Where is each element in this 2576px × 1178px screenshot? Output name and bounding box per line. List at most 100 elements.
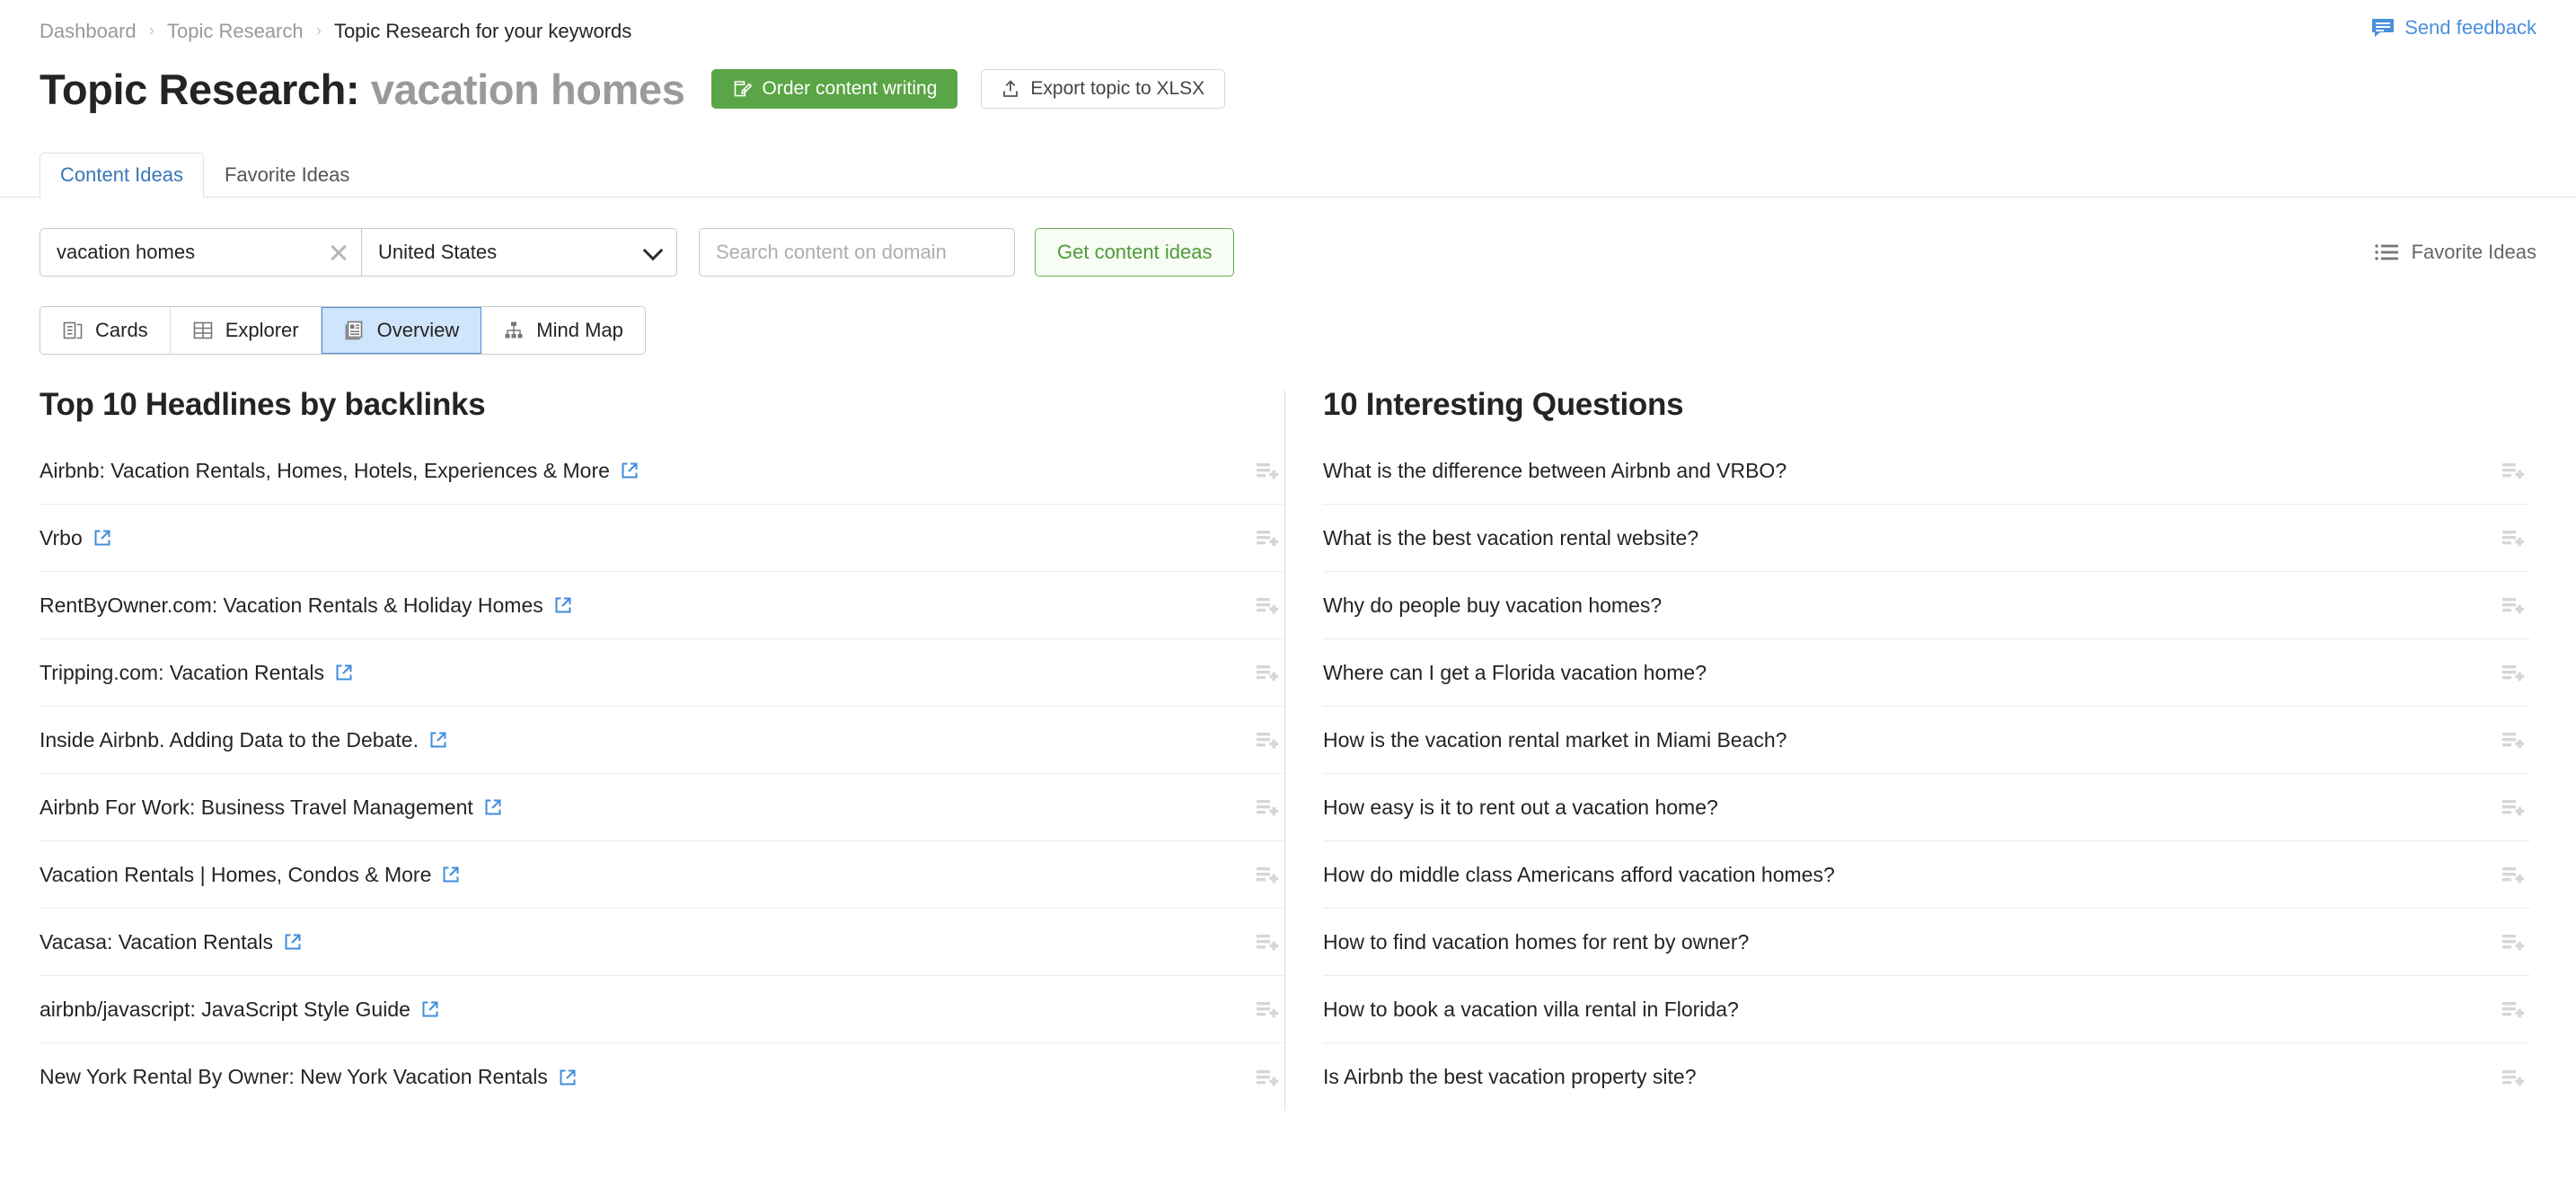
add-to-ideas-icon[interactable] [2501,932,2524,952]
headline-row[interactable]: airbnb/javascript: JavaScript Style Guid… [40,976,1284,1043]
headline-label: airbnb/javascript: JavaScript Style Guid… [40,998,410,1022]
external-link-icon[interactable] [421,1000,439,1018]
tab-favorite-ideas[interactable]: Favorite Ideas [204,153,370,198]
breadcrumb-item-topic-research[interactable]: Topic Research [167,20,304,43]
keyword-input[interactable] [40,229,361,276]
export-xlsx-button[interactable]: Export topic to XLSX [981,69,1225,109]
keyword-and-database-combo: United States [40,228,677,277]
external-link-icon[interactable] [442,866,460,884]
headline-row[interactable]: Airbnb: Vacation Rentals, Homes, Hotels,… [40,437,1284,505]
headline-label: Vacasa: Vacation Rentals [40,930,273,954]
headline-row[interactable]: Airbnb For Work: Business Travel Managem… [40,774,1284,841]
cards-icon [62,320,84,341]
order-content-writing-button[interactable]: Order content writing [711,69,958,109]
headline-label: RentByOwner.com: Vacation Rentals & Holi… [40,593,543,618]
breadcrumb-item-dashboard[interactable]: Dashboard [40,20,137,43]
tab-content-ideas[interactable]: Content Ideas [40,153,204,198]
question-row[interactable]: Is Airbnb the best vacation property sit… [1323,1043,2530,1111]
add-to-ideas-icon[interactable] [2501,595,2524,615]
favorite-ideas-label: Favorite Ideas [2412,241,2536,264]
add-to-ideas-icon[interactable] [2501,528,2524,548]
keyword-field-wrapper [40,228,361,277]
question-label: How do middle class Americans afford vac… [1323,863,1835,887]
view-mode-overview[interactable]: Overview [322,307,482,354]
external-link-icon[interactable] [429,731,447,749]
view-mode-explorer[interactable]: Explorer [171,307,322,354]
clear-keyword-icon[interactable] [329,242,348,262]
page-title-prefix: Topic Research: [40,66,359,113]
question-row[interactable]: How to find vacation homes for rent by o… [1323,909,2530,976]
breadcrumb-separator-icon: › [149,22,154,40]
headline-row[interactable]: Vrbo [40,505,1284,572]
question-label: How is the vacation rental market in Mia… [1323,728,1786,752]
question-label: What is the difference between Airbnb an… [1323,459,1786,483]
add-to-ideas-icon[interactable] [2501,797,2524,817]
add-to-ideas-icon[interactable] [1255,932,1278,952]
headline-row[interactable]: RentByOwner.com: Vacation Rentals & Holi… [40,572,1284,639]
breadcrumb-item-current: Topic Research for your keywords [334,20,631,43]
headline-row[interactable]: Inside Airbnb. Adding Data to the Debate… [40,707,1284,774]
headlines-column: Top 10 Headlines by backlinks Airbnb: Va… [40,382,1284,1111]
write-document-icon [732,79,752,99]
send-feedback-button[interactable]: Send feedback [2371,16,2536,40]
favorite-ideas-link[interactable]: Favorite Ideas [2375,241,2536,264]
headlines-title: Top 10 Headlines by backlinks [40,382,1284,423]
page-header: Topic Research: vacation homes Order con… [0,50,2576,120]
question-row[interactable]: How to book a vacation villa rental in F… [1323,976,2530,1043]
view-mode-explorer-label: Explorer [225,319,299,342]
external-link-icon[interactable] [93,529,111,547]
page-title-keyword: vacation homes [371,66,685,113]
external-link-icon[interactable] [284,933,302,951]
add-to-ideas-icon[interactable] [1255,663,1278,682]
headline-row[interactable]: Tripping.com: Vacation Rentals [40,639,1284,707]
headline-row[interactable]: Vacation Rentals | Homes, Condos & More [40,841,1284,909]
questions-title: 10 Interesting Questions [1323,382,2530,423]
headline-label: Airbnb: Vacation Rentals, Homes, Hotels,… [40,459,610,483]
search-controls: United States Get content ideas Favorite… [0,228,2576,277]
external-link-icon[interactable] [484,798,502,816]
headline-row[interactable]: Vacasa: Vacation Rentals [40,909,1284,976]
breadcrumb: Dashboard › Topic Research › Topic Resea… [40,20,2536,43]
question-label: How to book a vacation villa rental in F… [1323,998,1739,1022]
add-to-ideas-icon[interactable] [1255,797,1278,817]
view-mode-mind-map[interactable]: Mind Map [481,307,645,354]
export-xlsx-label: Export topic to XLSX [1030,78,1204,100]
add-to-ideas-icon[interactable] [1255,865,1278,884]
question-row[interactable]: Why do people buy vacation homes? [1323,572,2530,639]
add-to-ideas-icon[interactable] [2501,663,2524,682]
add-to-ideas-icon[interactable] [2501,999,2524,1019]
external-link-icon[interactable] [335,664,353,681]
database-select[interactable]: United States [361,228,677,277]
add-to-ideas-icon[interactable] [2501,1068,2524,1087]
headline-row[interactable]: New York Rental By Owner: New York Vacat… [40,1043,1284,1111]
external-link-icon[interactable] [559,1068,577,1086]
add-to-ideas-icon[interactable] [1255,999,1278,1019]
domain-search-input[interactable] [700,229,1014,276]
view-mode-cards[interactable]: Cards [40,307,171,354]
export-upload-icon [1001,79,1019,99]
mindmap-icon [503,320,525,341]
add-to-ideas-icon[interactable] [1255,595,1278,615]
question-row[interactable]: Where can I get a Florida vacation home? [1323,639,2530,707]
add-to-ideas-icon[interactable] [2501,865,2524,884]
question-row[interactable]: What is the best vacation rental website… [1323,505,2530,572]
view-mode-segmented-control: Cards Explorer [40,306,646,355]
questions-column: 10 Interesting Questions What is the dif… [1285,382,2530,1111]
overview-icon [344,320,366,341]
question-row[interactable]: How do middle class Americans afford vac… [1323,841,2530,909]
question-label: How easy is it to rent out a vacation ho… [1323,796,1718,820]
add-to-ideas-icon[interactable] [2501,461,2524,480]
external-link-icon[interactable] [621,462,639,479]
question-row[interactable]: How easy is it to rent out a vacation ho… [1323,774,2530,841]
add-to-ideas-icon[interactable] [1255,461,1278,480]
external-link-icon[interactable] [554,596,572,614]
view-mode-cards-label: Cards [95,319,148,342]
add-to-ideas-icon[interactable] [1255,730,1278,750]
question-label: Where can I get a Florida vacation home? [1323,661,1707,685]
question-row[interactable]: What is the difference between Airbnb an… [1323,437,2530,505]
get-content-ideas-button[interactable]: Get content ideas [1035,228,1234,277]
add-to-ideas-icon[interactable] [1255,528,1278,548]
add-to-ideas-icon[interactable] [1255,1068,1278,1087]
question-row[interactable]: How is the vacation rental market in Mia… [1323,707,2530,774]
add-to-ideas-icon[interactable] [2501,730,2524,750]
